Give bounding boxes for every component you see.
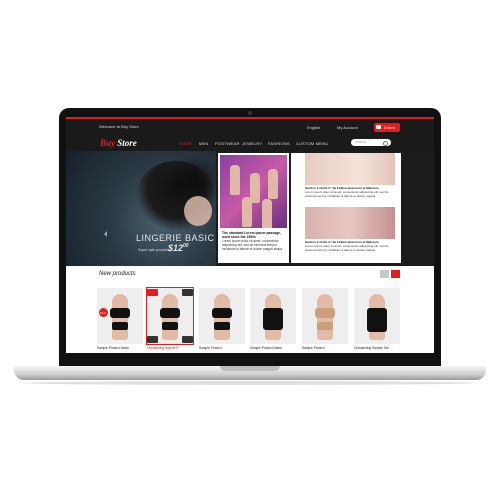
feature-figure — [262, 199, 272, 228]
nav-item-jewelry[interactable]: JEWELRY — [242, 141, 262, 146]
quick-view-icon[interactable] — [182, 289, 193, 296]
hero-price: $1200 — [168, 243, 189, 253]
product-name[interactable]: Outstanding lingerie R — [147, 346, 193, 350]
feature-card[interactable]: The standard Lorem Ipsum passage, used s… — [218, 153, 289, 263]
feature-image — [220, 155, 287, 228]
feature-figure — [242, 197, 252, 227]
side-body-2: Lorem ipsum dolor sit amet, consectetur … — [305, 243, 389, 252]
search-placeholder: Search — [355, 140, 367, 144]
carousel-prev-button[interactable] — [380, 270, 389, 278]
slider-prev-icon[interactable] — [104, 231, 107, 237]
new-products-title: New products — [99, 271, 136, 277]
camera-icon — [248, 111, 252, 115]
store-logo[interactable]: Buy Store — [100, 138, 137, 148]
hero-price-main: $12 — [168, 243, 184, 253]
product-card[interactable] — [354, 288, 400, 344]
side-column: Section 1.10.33 of "de Finibus Bonorum e… — [291, 153, 401, 263]
product-card-selected[interactable] — [146, 287, 194, 345]
new-badge: New — [99, 308, 108, 317]
hero-title: LINGERIE BASIC B — [136, 233, 225, 243]
product-name[interactable]: Sample Product Name — [250, 346, 296, 350]
search-input[interactable]: Search — [351, 139, 391, 146]
new-badge-label: New — [100, 310, 106, 315]
laptop-screen: Welcome to Buy Store English My Account … — [66, 117, 434, 353]
cart-icon — [376, 125, 381, 129]
top-bar: Welcome to Buy Store English My Account … — [66, 117, 434, 139]
nav-item-footwear[interactable]: FOOTWEAR — [215, 141, 240, 146]
carousel-next-button[interactable] — [391, 270, 400, 278]
hero-price-cents: 00 — [183, 243, 189, 249]
feature-figure — [268, 169, 278, 199]
hero-subtitle: Super sale products — [138, 248, 170, 252]
product-name[interactable]: Sample Product — [199, 346, 245, 350]
logo-word-1: Buy — [100, 138, 116, 148]
product-name[interactable]: Outstanding Sample Set — [354, 346, 400, 350]
product-card[interactable] — [302, 288, 348, 344]
laptop-notch — [220, 366, 280, 371]
feature-body: Lorem ipsum dolor sit amet, consectetur … — [222, 239, 283, 251]
compare-icon[interactable] — [147, 336, 158, 343]
product-card[interactable] — [250, 288, 296, 344]
cart-button[interactable]: 0 item — [374, 123, 400, 132]
feature-text: The standard Lorem Ipsum passage, used s… — [222, 231, 286, 251]
side-image-1[interactable] — [305, 153, 395, 185]
side-text-2: Section 1.10.33 of "de Finibus Bonorum e… — [305, 240, 397, 252]
hero-face-image — [184, 196, 212, 226]
add-to-cart-icon[interactable] — [182, 336, 193, 343]
nav-item-men[interactable]: MEN — [199, 141, 209, 146]
wishlist-icon[interactable] — [147, 289, 158, 296]
cart-label: 0 item — [384, 125, 395, 130]
welcome-text: Welcome to Buy Store — [99, 124, 139, 129]
feature-heading: The standard Lorem Ipsum passage, used s… — [222, 231, 281, 239]
product-card[interactable] — [199, 288, 245, 344]
nav-item-custom-menu[interactable]: CUSTOM MENU — [296, 141, 328, 146]
logo-word-2: Store — [117, 138, 137, 148]
side-image-2[interactable] — [305, 207, 395, 239]
product-actions-top — [147, 288, 193, 297]
side-text-1: Section 1.10.33 of "de Finibus Bonorum e… — [305, 186, 397, 198]
product-name[interactable]: Sample Product Name — [97, 346, 143, 350]
side-body-1: Lorem ipsum dolor sit amet, consectetur … — [305, 189, 389, 198]
language-selector[interactable]: English — [307, 125, 320, 130]
account-link[interactable]: My Account — [337, 125, 358, 130]
feature-figure — [230, 165, 240, 195]
product-actions-bottom — [147, 335, 193, 344]
laptop-shadow — [24, 381, 476, 385]
new-products-section: New products New Sample Product Name Out… — [66, 266, 434, 353]
nav-item-fashions[interactable]: FASHIONS — [268, 141, 290, 146]
nav-item-home[interactable]: HOME — [179, 141, 192, 146]
product-name[interactable]: Sample Product — [302, 346, 348, 350]
search-icon[interactable] — [383, 140, 388, 146]
